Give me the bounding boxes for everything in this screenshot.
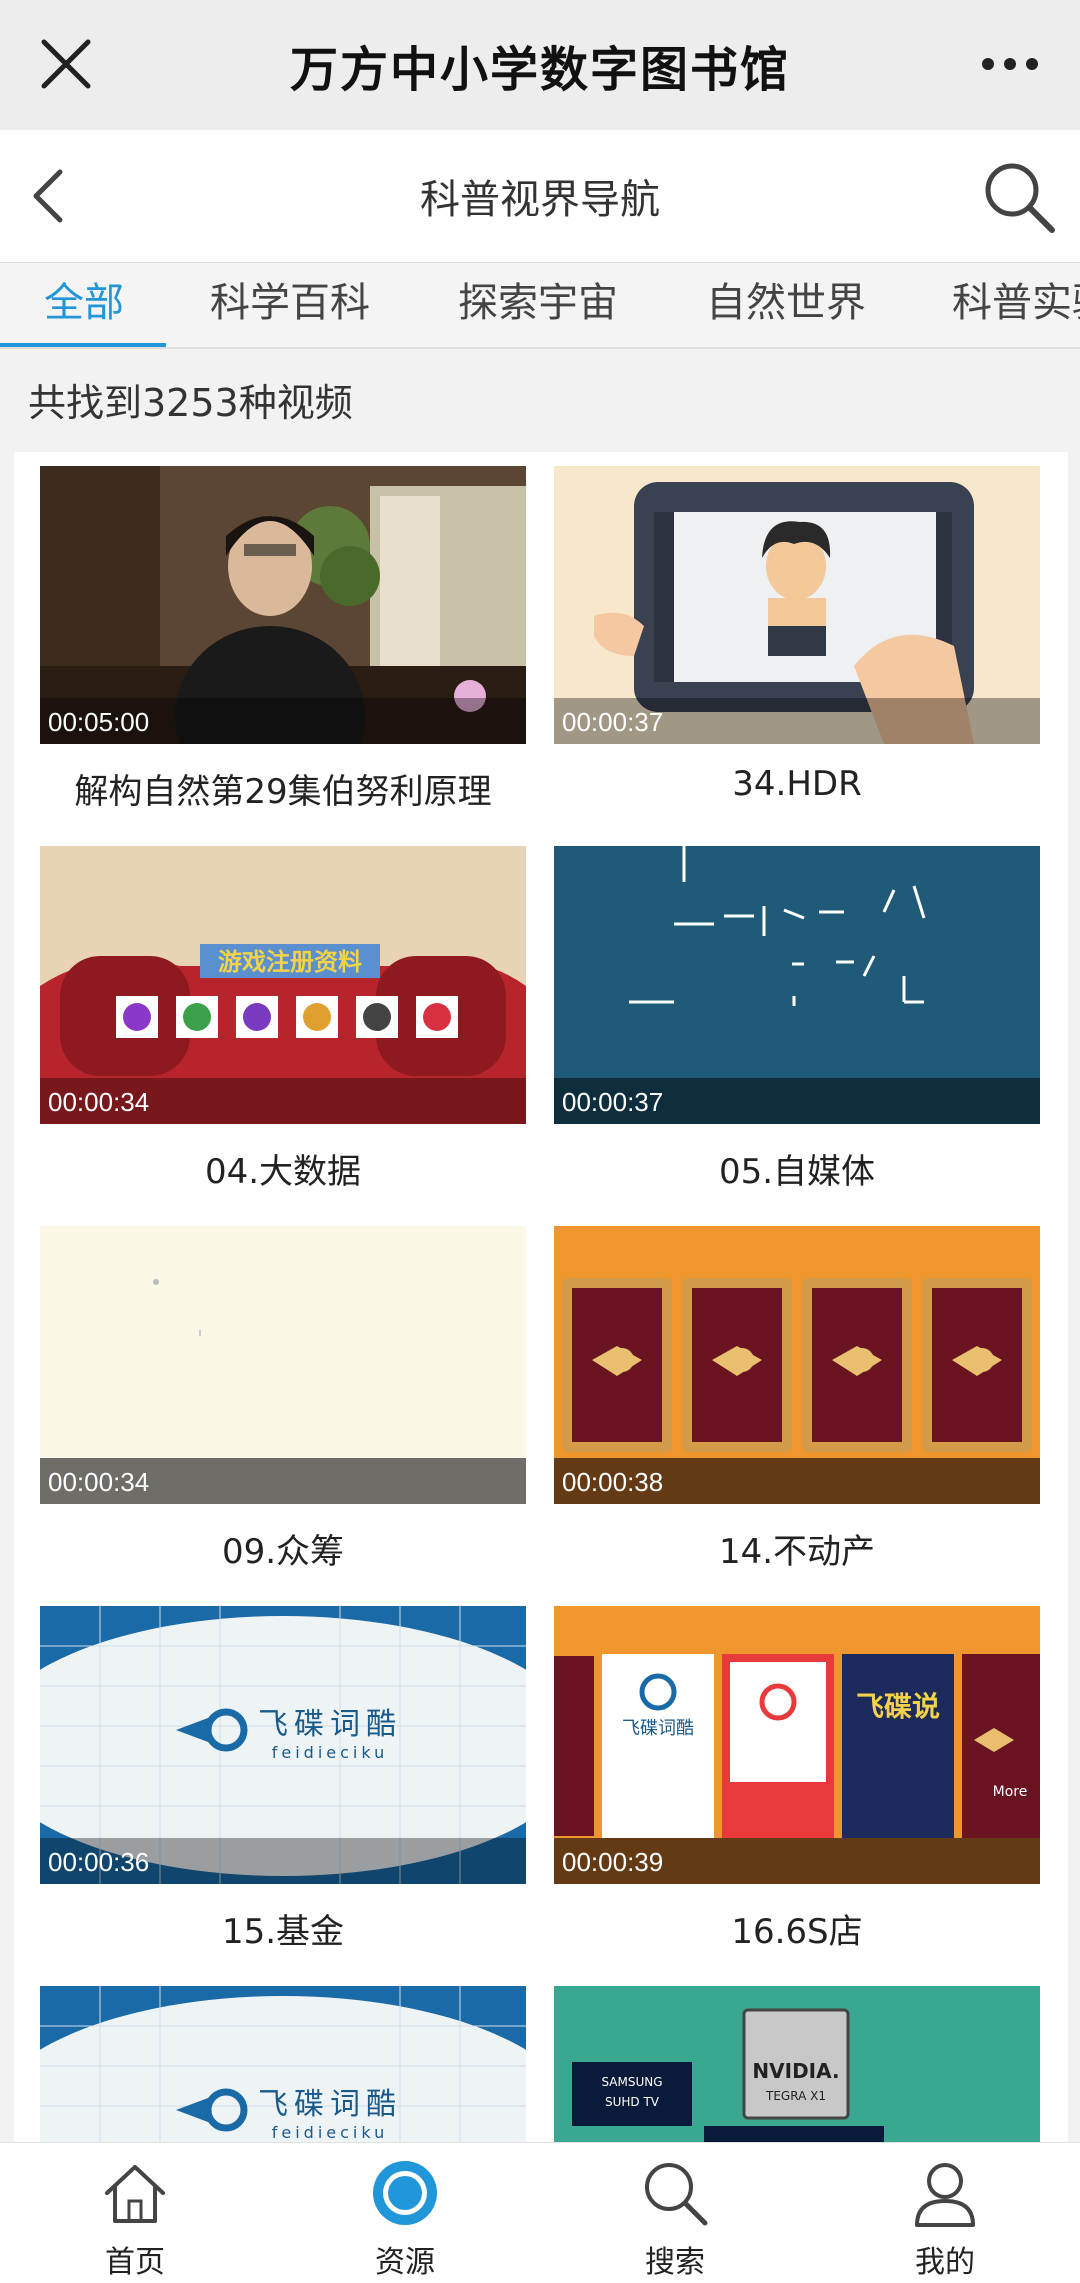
video-title: 15.基金 [221, 1912, 345, 1952]
video-duration: 00:00:38 [562, 1467, 664, 1497]
nav-resource[interactable]: 资源 [270, 2143, 540, 2283]
video-thumbnail: NVIDIA. TEGRA X1 SAMSUNG SUHD TV [554, 1986, 1040, 2142]
video-card[interactable]: 00:00:34 09.众筹 [40, 1226, 526, 1572]
thumb-text-suhd: SUHD TV [605, 2095, 660, 2109]
home-icon [105, 2165, 165, 2223]
thumb-text-brand-2: 飞碟词酷 [622, 1718, 694, 1739]
video-title: 05.自媒体 [718, 1152, 876, 1192]
video-duration: 00:00:34 [48, 1087, 150, 1117]
search-icon [645, 2163, 708, 2226]
video-duration: 00:05:00 [48, 707, 150, 737]
thumb-text-brand-sub-3: feidieciku [272, 2123, 389, 2142]
video-card[interactable]: 00:00:37 05.自媒体 [554, 846, 1040, 1192]
video-title: 14.不动产 [718, 1532, 876, 1572]
video-grid: 00:05:00 解构自然第29集伯努利原理 00:00:37 34.HDR 游… [14, 452, 1068, 2142]
thumb-text-brand-3: 飞碟词酷 [258, 2087, 402, 2122]
more-dots-icon[interactable] [970, 28, 1050, 100]
resource-circle-icon [373, 2161, 437, 2225]
thumb-text-game: 游戏注册资料 [218, 948, 362, 976]
video-thumbnail: 00:05:00 [40, 466, 526, 744]
nav-label-profile: 我的 [915, 2245, 975, 2280]
page-header: 科普视界导航 [0, 130, 1080, 263]
video-title: 09.众筹 [221, 1532, 345, 1572]
video-duration: 00:00:37 [562, 707, 664, 737]
bottom-nav: 首页 资源 搜索 我的 [0, 2142, 1080, 2283]
video-title: 04.大数据 [204, 1152, 362, 1192]
thumb-text-ufo: 飞碟说 [856, 1690, 940, 1723]
video-thumbnail: 飞碟词酷 feidieciku [40, 1986, 526, 2142]
thumb-text-nvidia: NVIDIA. [752, 2059, 839, 2083]
video-thumbnail: 飞碟词酷 feidieciku 00:00:36 [40, 1606, 526, 1884]
close-icon[interactable] [30, 28, 102, 100]
video-card[interactable]: 飞碟词酷 飞碟说 More 00:00:39 16.6S店 [554, 1606, 1040, 1952]
result-count: 共找到3253种视频 [28, 381, 353, 425]
tab-science-encyclopedia[interactable]: 科学百科 [210, 263, 370, 347]
video-card[interactable]: 飞碟词酷 feidieciku 00:00:36 15.基金 [40, 1606, 526, 1952]
video-duration: 00:00:34 [48, 1467, 150, 1497]
video-card[interactable]: 飞碟词酷 feidieciku [40, 1986, 526, 2142]
video-duration: 00:00:36 [48, 1847, 150, 1877]
video-card[interactable]: 游戏注册资料 00:00:34 04.大数据 [40, 846, 526, 1192]
video-card[interactable]: 00:00:38 14.不动产 [554, 1226, 1040, 1572]
video-card[interactable]: NVIDIA. TEGRA X1 SAMSUNG SUHD TV [554, 1986, 1040, 2142]
video-title: 16.6S店 [731, 1912, 863, 1952]
video-thumbnail: 00:00:34 [40, 1226, 526, 1504]
video-card[interactable]: 00:00:37 34.HDR [554, 466, 1040, 804]
nav-label-search: 搜索 [645, 2245, 705, 2280]
video-duration: 00:00:37 [562, 1087, 664, 1117]
video-thumbnail: 飞碟词酷 飞碟说 More 00:00:39 [554, 1606, 1040, 1884]
video-card[interactable]: 00:05:00 解构自然第29集伯努利原理 [40, 466, 526, 812]
chevron-left-icon[interactable] [16, 160, 88, 232]
thumb-text-brand: 飞碟词酷 [258, 1707, 402, 1742]
video-title: 解构自然第29集伯努利原理 [74, 772, 492, 812]
page-title: 科普视界导航 [420, 177, 660, 223]
nav-profile[interactable]: 我的 [810, 2143, 1080, 2283]
tab-science-experiment[interactable]: 科普实验 [952, 263, 1080, 347]
nav-label-resource: 资源 [375, 2245, 435, 2280]
video-thumbnail: 00:00:38 [554, 1226, 1040, 1504]
nav-label-home: 首页 [105, 2245, 165, 2280]
thumb-text-tegra: TEGRA X1 [765, 2089, 826, 2103]
video-thumbnail: 游戏注册资料 00:00:34 [40, 846, 526, 1124]
user-icon [915, 2163, 975, 2227]
tab-all[interactable]: 全部 [44, 263, 124, 347]
nav-home[interactable]: 首页 [0, 2143, 270, 2283]
search-icon[interactable] [978, 156, 1058, 236]
category-tabs: 全部 科学百科 探索宇宙 自然世界 科普实验 [0, 263, 1080, 349]
app-title: 万方中小学数字图书馆 [289, 42, 790, 98]
video-thumbnail: 00:00:37 [554, 466, 1040, 744]
tab-natural-world[interactable]: 自然世界 [706, 263, 866, 347]
video-duration: 00:00:39 [562, 1847, 664, 1877]
video-thumbnail: 00:00:37 [554, 846, 1040, 1124]
active-tab-indicator [0, 343, 166, 347]
tab-explore-universe[interactable]: 探索宇宙 [458, 263, 618, 347]
app-title-bar: 万方中小学数字图书馆 [0, 0, 1080, 130]
video-title: 34.HDR [732, 764, 862, 804]
nav-search[interactable]: 搜索 [540, 2143, 810, 2283]
thumb-text-more: More [993, 1784, 1028, 1800]
thumb-text-samsung: SAMSUNG [601, 2075, 662, 2089]
thumb-text-brand-sub: feidieciku [272, 1743, 389, 1762]
